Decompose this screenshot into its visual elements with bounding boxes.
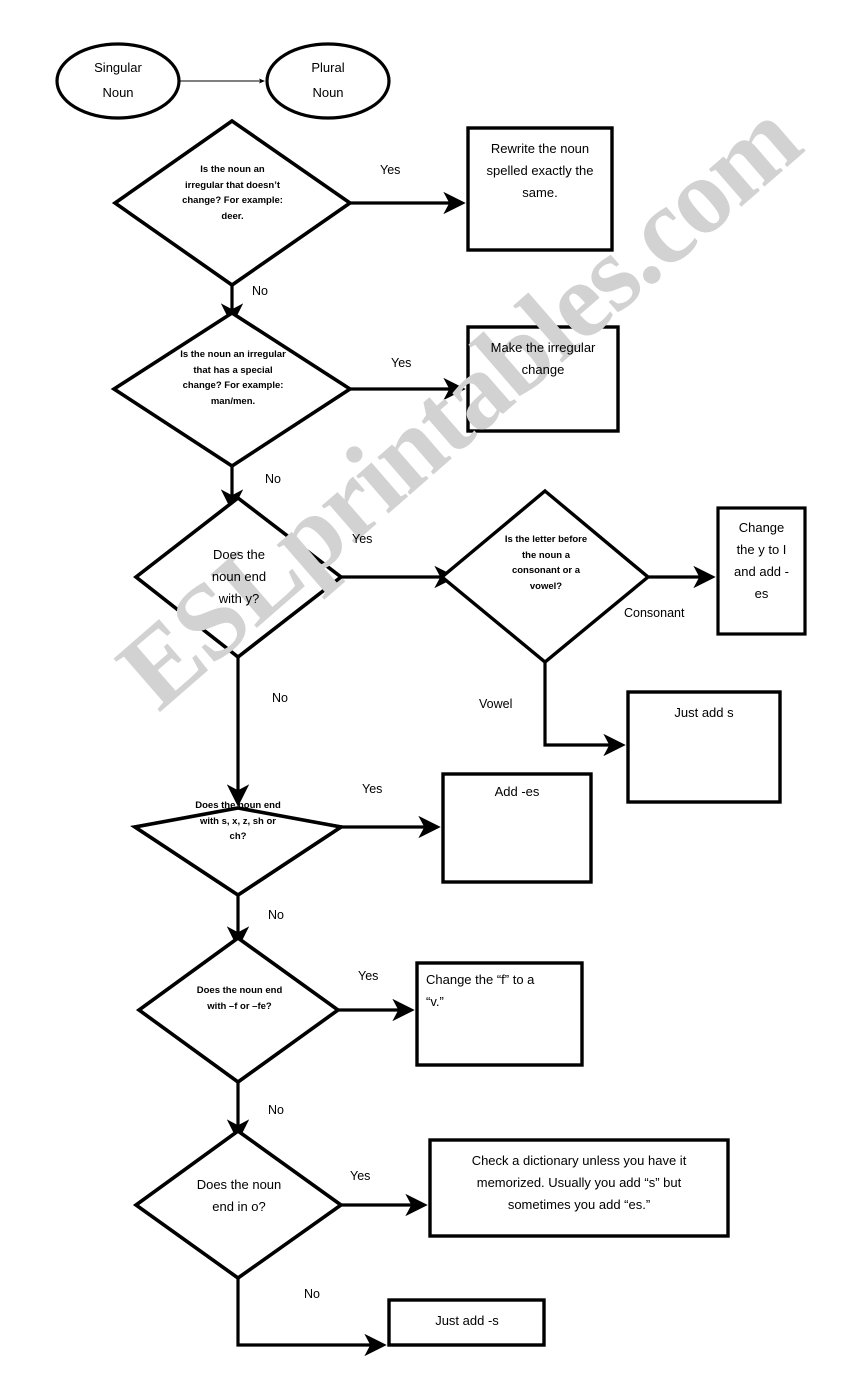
q1-line-4: deer. xyxy=(221,211,244,223)
b8-line-1: Just add -s xyxy=(435,1313,499,1328)
edge-label-no-5: No xyxy=(268,1103,284,1117)
q3-line-3: with y? xyxy=(218,591,260,607)
b2-line-2: change xyxy=(521,362,565,378)
b7-line-1: Check a dictionary unless you have it xyxy=(471,1153,687,1168)
edge-label-yes-5: Yes xyxy=(358,969,379,983)
q4-line-3: consonant or a xyxy=(511,565,581,577)
b5-line-1: Add -es xyxy=(494,784,540,799)
edge-label-consonant: Consonant xyxy=(624,606,685,620)
q1-line-2: irregular that doesn’t xyxy=(184,179,280,191)
b1-line-1: Rewrite the noun xyxy=(490,141,590,156)
singular-line-2: Noun xyxy=(102,84,134,100)
flowchart-page: ESLprintables.com Singular Noun Plural N… xyxy=(0,0,850,1400)
node-just-add-dash-s-label: Just add -s xyxy=(396,1310,538,1332)
edge-label-no-2: No xyxy=(265,472,281,486)
b3-line-2: the y to I xyxy=(736,542,787,558)
q4-line-4: vowel? xyxy=(529,581,563,593)
q4-line-1: Is the letter before xyxy=(504,534,588,545)
node-change-f-to-v-label: Change the “f” to a “v.” xyxy=(426,969,576,1013)
b3-line-1: Change xyxy=(738,520,785,535)
b7-line-3: sometimes you add “es.” xyxy=(507,1197,651,1213)
plural-line-1: Plural xyxy=(311,60,345,75)
node-make-irregular-label: Make the irregular change xyxy=(474,337,612,381)
node-just-add-s-label: Just add s xyxy=(634,702,774,724)
b6-line-1: Change the “f” to a xyxy=(426,972,535,987)
node-q-irregular-nochange-label: Is the noun an irregular that doesn’t ch… xyxy=(150,162,315,225)
b6-line-2: “v.” xyxy=(426,994,444,1010)
node-q-end-y-label: Does the noun end with y? xyxy=(178,544,300,610)
q3-line-1: Does the xyxy=(212,547,266,562)
q5-line-2: with s, x, z, sh or xyxy=(199,815,276,827)
edge-label-yes-2: Yes xyxy=(391,356,412,370)
edge-vowel xyxy=(543,662,626,757)
edge-label-no-6: No xyxy=(304,1287,320,1301)
b3-line-3: and add - xyxy=(734,564,789,580)
b1-line-3: same. xyxy=(522,185,558,201)
edge-label-vowel: Vowel xyxy=(479,697,513,711)
flowchart-shapes xyxy=(55,42,807,1357)
edge-label-no-1: No xyxy=(252,284,268,298)
node-q-end-o-label: Does the noun end in o? xyxy=(176,1174,302,1218)
b7-line-2: memorized. Usually you add “s” but xyxy=(476,1175,682,1191)
node-singular-noun-label: Singular Noun xyxy=(58,56,178,105)
q7-line-1: Does the noun xyxy=(196,1177,282,1192)
node-q-consonant-vowel-label: Is the letter before the noun a consonan… xyxy=(481,532,611,595)
edge-label-yes-3: Yes xyxy=(352,532,373,546)
q6-line-2: with –f or –fe? xyxy=(207,1000,272,1012)
edge-label-yes-4: Yes xyxy=(362,782,383,796)
q2-line-2: that has a special xyxy=(193,364,273,376)
b1-line-2: spelled exactly the xyxy=(486,163,594,179)
node-q-end-sxzshch-label: Does the noun end with s, x, z, sh or ch… xyxy=(168,798,308,845)
node-add-es-label: Add -es xyxy=(449,781,585,803)
b2-line-1: Make the irregular xyxy=(490,340,596,355)
b3-line-4: es xyxy=(754,586,769,602)
node-rewrite-same-label: Rewrite the noun spelled exactly the sam… xyxy=(474,138,606,204)
q1-line-1: Is the noun an xyxy=(200,164,265,175)
q2-line-1: Is the noun an irregular xyxy=(180,349,286,360)
node-q-irregular-special-label: Is the noun an irregular that has a spec… xyxy=(147,347,319,410)
q4-line-2: the noun a xyxy=(521,549,571,561)
q3-line-2: noun end xyxy=(211,569,267,585)
q5-line-3: ch? xyxy=(229,831,247,843)
edge-label-yes-1: Yes xyxy=(380,163,401,177)
edge-label-no-3: No xyxy=(272,691,288,705)
edge-label-yes-6: Yes xyxy=(350,1169,371,1183)
edge-label-no-4: No xyxy=(268,908,284,922)
plural-line-2: Noun xyxy=(312,84,344,100)
singular-line-1: Singular xyxy=(94,60,142,75)
b4-line-1: Just add s xyxy=(674,705,734,720)
q5-line-1: Does the noun end xyxy=(195,800,281,811)
node-check-dictionary-label: Check a dictionary unless you have it me… xyxy=(438,1150,720,1216)
node-plural-noun-label: Plural Noun xyxy=(268,56,388,105)
q2-line-4: man/men. xyxy=(210,396,256,408)
q1-line-3: change? For example: xyxy=(182,195,283,207)
q2-line-3: change? For example: xyxy=(182,380,284,392)
q7-line-2: end in o? xyxy=(212,1199,266,1215)
q6-line-1: Does the noun end xyxy=(196,985,283,996)
node-change-y-to-i-label: Change the y to I and add - es xyxy=(722,517,801,605)
node-q-end-f-fe-label: Does the noun end with –f or –fe? xyxy=(171,983,308,1014)
